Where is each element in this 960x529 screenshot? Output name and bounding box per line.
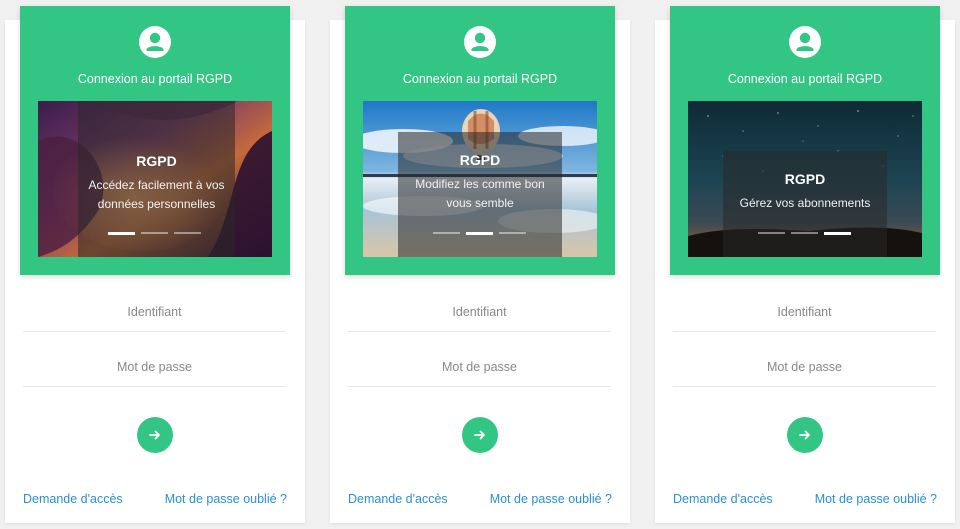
- user-circle-icon: [139, 26, 171, 58]
- submit-button[interactable]: [787, 417, 823, 453]
- submit-button[interactable]: [137, 417, 173, 453]
- card-header: Connexion au portail RGPD: [20, 6, 290, 275]
- card-links: Demande d'accès Mot de passe oublié ?: [673, 492, 937, 506]
- user-circle-icon: [464, 26, 496, 58]
- access-request-link[interactable]: Demande d'accès: [348, 492, 448, 506]
- login-input[interactable]: [348, 292, 611, 331]
- slide-title: RGPD: [459, 152, 501, 168]
- carousel[interactable]: RGPD Modifiez les comme bon vous semble: [363, 101, 597, 257]
- card-header: Connexion au portail RGPD: [345, 6, 615, 275]
- login-card-3: Connexion au portail RGPD RGPD Gérez vos…: [655, 6, 955, 523]
- password-field-wrapper: [673, 347, 936, 387]
- header-title: Connexion au portail RGPD: [727, 72, 883, 86]
- login-field-wrapper: [348, 292, 611, 332]
- carousel-indicators: [758, 231, 851, 235]
- password-field-wrapper: [348, 347, 611, 387]
- password-field-wrapper: [23, 347, 286, 387]
- slide-text: Accédez facilement à vos données personn…: [88, 178, 225, 211]
- carousel-dot[interactable]: [499, 232, 526, 234]
- access-request-link[interactable]: Demande d'accès: [673, 492, 773, 506]
- forgot-password-link[interactable]: Mot de passe oublié ?: [490, 492, 612, 506]
- access-request-link[interactable]: Demande d'accès: [23, 492, 123, 506]
- login-card-2: Connexion au portail RGPD RGPD Modifiez …: [330, 6, 630, 523]
- submit-button[interactable]: [462, 417, 498, 453]
- carousel-dot[interactable]: [433, 232, 460, 234]
- carousel-dot[interactable]: [758, 232, 785, 234]
- slide-text: Modifiez les comme bon vous semble: [415, 177, 545, 210]
- arrow-right-icon: [799, 430, 810, 440]
- slide-caption: RGPD Accédez facilement à vos données pe…: [78, 101, 235, 257]
- password-input[interactable]: [673, 347, 936, 386]
- slide-text: Gérez vos abonnements: [739, 196, 871, 210]
- carousel[interactable]: RGPD Accédez facilement à vos données pe…: [38, 101, 272, 257]
- carousel-dot[interactable]: [174, 232, 201, 234]
- user-circle-icon: [789, 26, 821, 58]
- login-input[interactable]: [23, 292, 286, 331]
- carousel-dot[interactable]: [791, 232, 818, 234]
- slide-caption: RGPD Gérez vos abonnements: [723, 151, 887, 257]
- carousel[interactable]: RGPD Gérez vos abonnements: [688, 101, 922, 257]
- slide-caption: RGPD Modifiez les comme bon vous semble: [398, 132, 562, 257]
- card-links: Demande d'accès Mot de passe oublié ?: [23, 492, 287, 506]
- carousel-dot[interactable]: [466, 231, 493, 235]
- login-card-1: Connexion au portail RGPD RGPD Accédez f…: [5, 6, 305, 523]
- login-showcase: Connexion au portail RGPD RGPD Accédez f…: [0, 0, 960, 529]
- password-input[interactable]: [23, 347, 286, 386]
- login-field-wrapper: [673, 292, 936, 332]
- carousel-dot[interactable]: [141, 232, 168, 234]
- slide-title: RGPD: [784, 171, 826, 187]
- header-title: Connexion au portail RGPD: [77, 72, 233, 86]
- card-links: Demande d'accès Mot de passe oublié ?: [348, 492, 612, 506]
- login-field-wrapper: [23, 292, 286, 332]
- carousel-dot[interactable]: [824, 231, 851, 235]
- card-header: Connexion au portail RGPD: [670, 6, 940, 275]
- login-input[interactable]: [673, 292, 936, 331]
- forgot-password-link[interactable]: Mot de passe oublié ?: [165, 492, 287, 506]
- arrow-right-icon: [149, 430, 160, 440]
- forgot-password-link[interactable]: Mot de passe oublié ?: [815, 492, 937, 506]
- carousel-indicators: [108, 231, 201, 235]
- arrow-right-icon: [474, 430, 485, 440]
- password-input[interactable]: [348, 347, 611, 386]
- carousel-dot[interactable]: [108, 231, 135, 235]
- carousel-indicators: [433, 231, 526, 235]
- header-title: Connexion au portail RGPD: [402, 72, 558, 86]
- slide-title: RGPD: [136, 153, 177, 169]
